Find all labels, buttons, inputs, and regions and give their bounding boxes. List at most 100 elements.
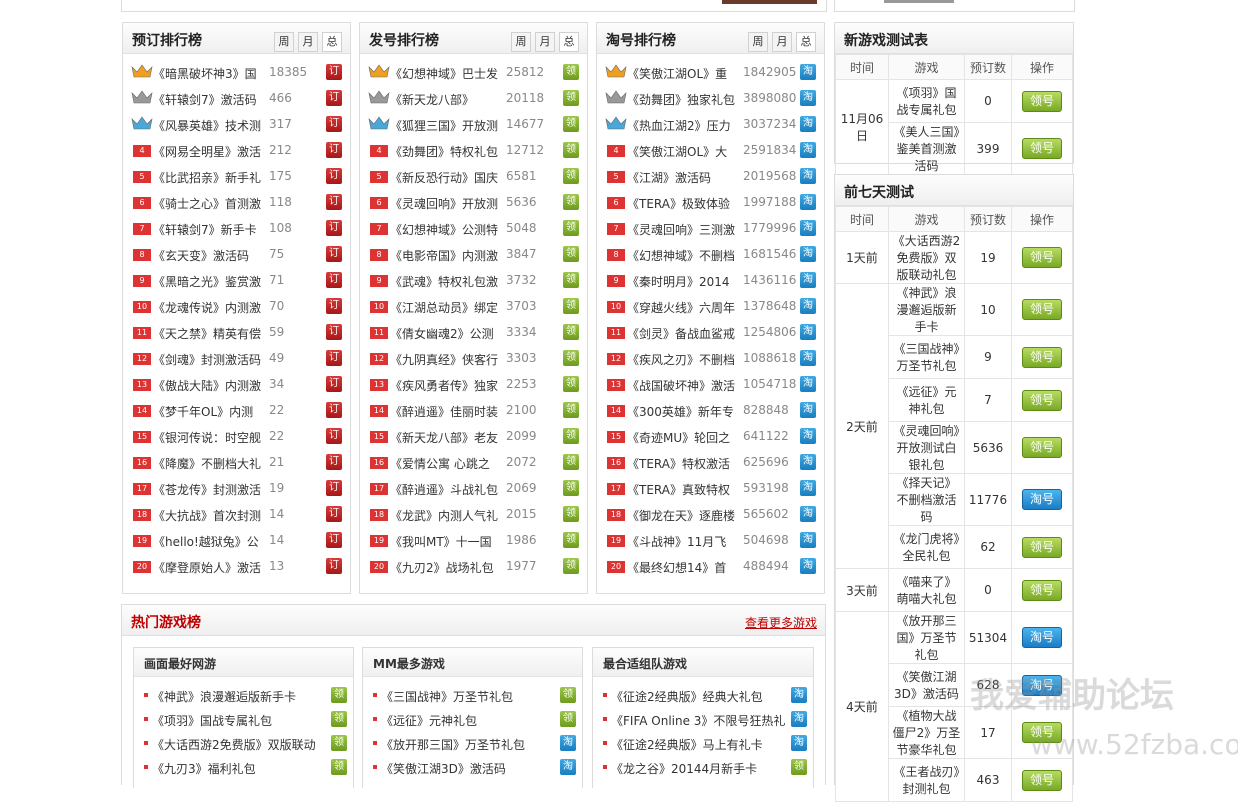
tab-month[interactable]: 月 — [772, 32, 792, 52]
action-button[interactable]: 订 — [326, 558, 342, 574]
game-name[interactable]: 《项羽》国战专属礼包 — [888, 79, 965, 123]
action-button[interactable]: 订 — [326, 246, 342, 262]
game-link[interactable]: 《九刃3》福利礼包 — [152, 760, 256, 777]
game-link[interactable]: 《苍龙传》封测激活 — [153, 481, 285, 498]
game-link[interactable]: 《TERA》特权激活 — [627, 455, 759, 472]
claim-button[interactable]: 领号 — [1022, 247, 1062, 268]
action-button[interactable]: 领 — [560, 687, 576, 703]
game-link[interactable]: 《天之禁》精英有偿 — [153, 325, 285, 342]
action-button[interactable]: 领 — [563, 64, 579, 80]
action-button[interactable]: 领 — [563, 116, 579, 132]
action-button[interactable]: 订 — [326, 168, 342, 184]
game-link[interactable]: 《龙之谷》20144月新手卡 — [611, 760, 757, 777]
action-button[interactable]: 领 — [563, 454, 579, 470]
game-link[interactable]: 《灵魂回响》三测激 — [627, 221, 759, 238]
game-link[interactable]: 《最终幻想14》首 — [627, 559, 759, 576]
game-link[interactable]: 《电影帝国》内测激 — [390, 247, 522, 264]
game-name[interactable]: 《神武》浪漫邂逅版新手卡 — [888, 283, 965, 336]
claim-button[interactable]: 领号 — [1022, 138, 1062, 159]
game-link[interactable]: 《轩辕剑7》新手卡 — [153, 221, 285, 238]
action-button[interactable]: 订 — [326, 64, 342, 80]
game-link[interactable]: 《劲舞团》独家礼包 — [627, 91, 759, 108]
action-button[interactable]: 领 — [563, 480, 579, 496]
game-name[interactable]: 《笑傲江湖3D》激活码 — [888, 663, 965, 707]
action-button[interactable]: 淘 — [800, 532, 816, 548]
action-button[interactable]: 订 — [326, 402, 342, 418]
game-link[interactable]: 《hello!越狱兔》公 — [153, 533, 285, 550]
action-button[interactable]: 领 — [563, 350, 579, 366]
game-link[interactable]: 《新天龙八部》 — [390, 91, 522, 108]
game-name[interactable]: 《喵来了》萌喵大礼包 — [888, 568, 965, 612]
game-name[interactable]: 《大话西游2免费版》双版联动礼包 — [888, 231, 965, 284]
game-link[interactable]: 《幻想神域》巴士发 — [390, 65, 522, 82]
action-button[interactable]: 订 — [326, 90, 342, 106]
game-link[interactable]: 《降魔》不删档大礼 — [153, 455, 285, 472]
action-button[interactable]: 淘 — [800, 454, 816, 470]
action-button[interactable]: 订 — [326, 220, 342, 236]
action-button[interactable]: 领 — [563, 298, 579, 314]
game-link[interactable]: 《骑士之心》首测激 — [153, 195, 285, 212]
action-button[interactable]: 淘 — [791, 735, 807, 751]
game-link[interactable]: 《FIFA Online 3》不限号狂热礼 — [611, 712, 785, 729]
action-button[interactable]: 淘 — [800, 246, 816, 262]
game-link[interactable]: 《战国破坏神》激活 — [627, 377, 759, 394]
game-link[interactable]: 《新反恐行动》国庆 — [390, 169, 522, 186]
action-button[interactable]: 领 — [563, 376, 579, 392]
action-button[interactable]: 领 — [331, 735, 347, 751]
claim-button[interactable]: 领号 — [1022, 299, 1062, 320]
action-button[interactable]: 淘 — [800, 324, 816, 340]
claim-button[interactable]: 领号 — [1022, 90, 1062, 112]
action-button[interactable]: 领 — [563, 90, 579, 106]
tab-week[interactable]: 周 — [511, 32, 531, 52]
tao-button[interactable]: 淘号 — [1022, 627, 1062, 648]
game-link[interactable]: 《神武》浪漫邂逅版新手卡 — [152, 688, 296, 705]
game-link[interactable]: 《傲战大陆》内测激 — [153, 377, 285, 394]
action-button[interactable]: 订 — [326, 194, 342, 210]
game-link[interactable]: 《比武招亲》新手礼 — [153, 169, 285, 186]
game-link[interactable]: 《剑魂》封测激活码 — [153, 351, 285, 368]
game-link[interactable]: 《狐狸三国》开放测 — [390, 117, 522, 134]
action-button[interactable]: 淘 — [800, 480, 816, 496]
game-link[interactable]: 《劲舞团》特权礼包 — [390, 143, 522, 160]
action-button[interactable]: 淘 — [800, 220, 816, 236]
action-button[interactable]: 淘 — [800, 298, 816, 314]
action-button[interactable]: 淘 — [800, 142, 816, 158]
game-link[interactable]: 《新天龙八部》老友 — [390, 429, 522, 446]
action-button[interactable]: 领 — [563, 506, 579, 522]
action-button[interactable]: 订 — [326, 298, 342, 314]
game-link[interactable]: 《笑傲江湖OL》重 — [627, 65, 759, 82]
action-button[interactable]: 领 — [560, 711, 576, 727]
game-link[interactable]: 《幻想神域》不删档 — [627, 247, 759, 264]
action-button[interactable]: 淘 — [791, 687, 807, 703]
game-link[interactable]: 《TERA》极致体验 — [627, 195, 759, 212]
game-link[interactable]: 《热血江湖2》压力 — [627, 117, 759, 134]
action-button[interactable]: 淘 — [800, 64, 816, 80]
tab-total[interactable]: 总 — [796, 32, 816, 52]
action-button[interactable]: 订 — [326, 454, 342, 470]
game-link[interactable]: 《江湖总动员》绑定 — [390, 299, 522, 316]
tab-month[interactable]: 月 — [535, 32, 555, 52]
game-link[interactable]: 《300英雄》新年专 — [627, 403, 759, 420]
game-link[interactable]: 《幻想神域》公测特 — [390, 221, 522, 238]
game-link[interactable]: 《大抗战》首次封测 — [153, 507, 285, 524]
game-link[interactable]: 《疾风之刃》不删档 — [627, 351, 759, 368]
action-button[interactable]: 领 — [563, 324, 579, 340]
action-button[interactable]: 订 — [326, 428, 342, 444]
game-link[interactable]: 《武魂》特权礼包激 — [390, 273, 522, 290]
game-link[interactable]: 《剑灵》备战血鲨戒 — [627, 325, 759, 342]
action-button[interactable]: 订 — [326, 506, 342, 522]
action-button[interactable]: 订 — [326, 376, 342, 392]
game-link[interactable]: 《笑傲江湖3D》激活码 — [381, 760, 506, 777]
action-button[interactable]: 淘 — [800, 506, 816, 522]
action-button[interactable]: 订 — [326, 480, 342, 496]
game-link[interactable]: 《秦时明月》2014 — [627, 273, 759, 290]
action-button[interactable]: 领 — [331, 687, 347, 703]
game-name[interactable]: 《放开那三国》万圣节礼包 — [888, 611, 965, 664]
action-button[interactable]: 领 — [791, 759, 807, 775]
action-button[interactable]: 淘 — [800, 194, 816, 210]
game-name[interactable]: 《美人三国》鉴美首测激活码 — [888, 122, 965, 175]
action-button[interactable]: 领 — [563, 142, 579, 158]
action-button[interactable]: 淘 — [800, 402, 816, 418]
game-link[interactable]: 《TERA》真致特权 — [627, 481, 759, 498]
action-button[interactable]: 订 — [326, 532, 342, 548]
